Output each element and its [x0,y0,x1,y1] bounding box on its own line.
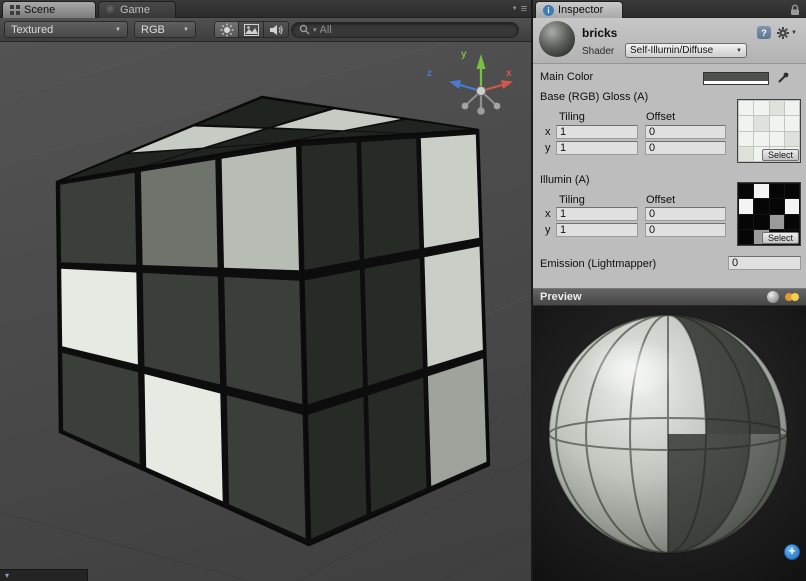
preview-sphere-canvas[interactable] [533,306,806,581]
gizmo-x-cone[interactable] [501,80,513,89]
draw-mode-dropdown[interactable]: Textured ▼ [4,21,128,38]
gizmo-z-label[interactable]: z [427,68,432,79]
collapsed-panel-tab[interactable]: ▾ [0,569,88,581]
base-texture-thumbnail[interactable]: Select [737,99,801,163]
game-icon [106,5,116,15]
material-thumbnail[interactable] [539,21,575,57]
tab-scene-label: Scene [24,4,55,16]
sun-icon [220,23,234,37]
grid-icon [10,5,20,15]
illumin-tiling-header: Tiling [559,194,585,206]
gizmo-center[interactable] [476,86,485,95]
gear-dropdown-arrow-icon: ▼ [791,30,797,36]
illumin-select-button[interactable]: Select [762,232,799,244]
collapsed-tab-arrow-icon: ▾ [5,571,9,580]
tab-scene[interactable]: Scene [2,1,96,18]
preview-title: Preview [540,291,582,303]
preview-lighting-toggle-icon[interactable] [785,293,799,301]
scene-toggle-group [214,21,289,38]
tab-game[interactable]: Game [98,1,176,18]
emission-input[interactable] [728,256,801,270]
emission-label: Emission (Lightmapper) [540,258,656,270]
gear-icon[interactable] [776,26,790,40]
search-filter-arrow-icon[interactable]: ▾ [313,26,317,34]
main-color-alpha-bar [704,81,768,84]
gizmo-x-label[interactable]: x [506,68,512,79]
render-mode-dropdown[interactable]: RGB ▼ [134,21,196,38]
audio-toggle-button[interactable] [264,21,289,38]
base-row-x-label: x [545,126,551,138]
tab-inspector-label: Inspector [558,4,603,16]
base-tiling-header: Tiling [559,111,585,123]
help-icon[interactable]: ? [757,26,771,39]
material-name: bricks [582,26,617,40]
illumin-offset-x-input[interactable] [645,207,726,221]
illumin-row-x-label: x [545,208,551,220]
scene-tabstrip: Scene Game ▼ ≡ [0,0,531,18]
base-select-button[interactable]: Select [762,149,799,161]
base-tiling-x-input[interactable] [556,125,638,139]
main-color-value [704,73,768,81]
gizmo-y-cone[interactable] [477,54,486,69]
gizmo-z-cone[interactable] [449,80,461,89]
base-tiling-y-input[interactable] [556,141,638,155]
axis-gizmo[interactable]: y x z [427,49,513,115]
dropdown-arrow-icon: ▼ [736,48,742,54]
illumin-row-y-label: y [545,224,551,236]
shader-value: Self-Illumin/Diffuse [630,45,713,56]
panel-menu-arrow-icon: ▼ [512,6,518,12]
scene-search[interactable]: ▾ [291,22,519,38]
scene-panel: Scene Game ▼ ≡ Textured ▼ RGB ▼ [0,0,531,581]
material-header: bricks Shader Self-Illumin/Diffuse ▼ ? ▼ [533,18,806,64]
scene-search-input[interactable] [320,24,511,36]
tab-game-label: Game [120,4,150,16]
inspector-tabstrip: i Inspector [533,0,806,18]
skybox-toggle-button[interactable] [239,21,264,38]
base-offset-x-input[interactable] [645,125,726,139]
scene-viewport[interactable]: y x z ▾ [0,42,531,581]
preview-header: Preview [533,288,806,306]
eyedropper-icon[interactable] [777,71,790,84]
illumin-tiling-x-input[interactable] [556,207,638,221]
main-color-label: Main Color [540,71,593,83]
gizmo-back-axis-handle[interactable] [494,103,501,110]
preview-model-icon[interactable] [767,291,779,303]
illumin-offset-header: Offset [646,194,675,206]
illumin-tiling-y-input[interactable] [556,223,638,237]
illumin-offset-y-input[interactable] [645,223,726,237]
preview-area[interactable] [533,306,806,581]
cube[interactable] [57,97,489,545]
dropdown-arrow-icon: ▼ [115,27,121,33]
draw-mode-value: Textured [11,24,53,36]
shader-label: Shader [582,46,614,57]
render-mode-value: RGB [141,24,165,36]
add-button[interactable]: + [784,544,800,560]
unity-editor-window: Scene Game ▼ ≡ Textured ▼ RGB ▼ [0,0,806,581]
lock-icon[interactable] [790,4,800,16]
base-offset-y-input[interactable] [645,141,726,155]
info-icon: i [543,5,554,16]
search-icon [299,24,310,35]
dropdown-arrow-icon: ▼ [183,27,189,33]
base-offset-header: Offset [646,111,675,123]
main-color-swatch[interactable] [703,72,769,85]
illumin-map-label: Illumin (A) [540,174,590,186]
base-map-label: Base (RGB) Gloss (A) [540,91,648,103]
base-row-y-label: y [545,142,551,154]
gizmo-back-axis-handle[interactable] [477,107,485,115]
gizmo-back-axis-handle[interactable] [462,103,469,110]
shader-dropdown[interactable]: Self-Illumin/Diffuse ▼ [625,43,747,58]
lighting-toggle-button[interactable] [214,21,239,38]
panel-menu-button[interactable]: ▼ ≡ [512,3,527,15]
image-icon [244,24,259,36]
speaker-icon [269,24,283,36]
gizmo-y-label[interactable]: y [461,49,467,60]
illumin-texture-thumbnail[interactable]: Select [737,182,801,246]
panel-menu-lines-icon: ≡ [521,3,527,15]
inspector-panel: i Inspector bricks Shader Self-Illumin/D… [533,0,806,581]
tab-inspector[interactable]: i Inspector [535,1,623,18]
scene-toolbar: Textured ▼ RGB ▼ [0,18,531,42]
